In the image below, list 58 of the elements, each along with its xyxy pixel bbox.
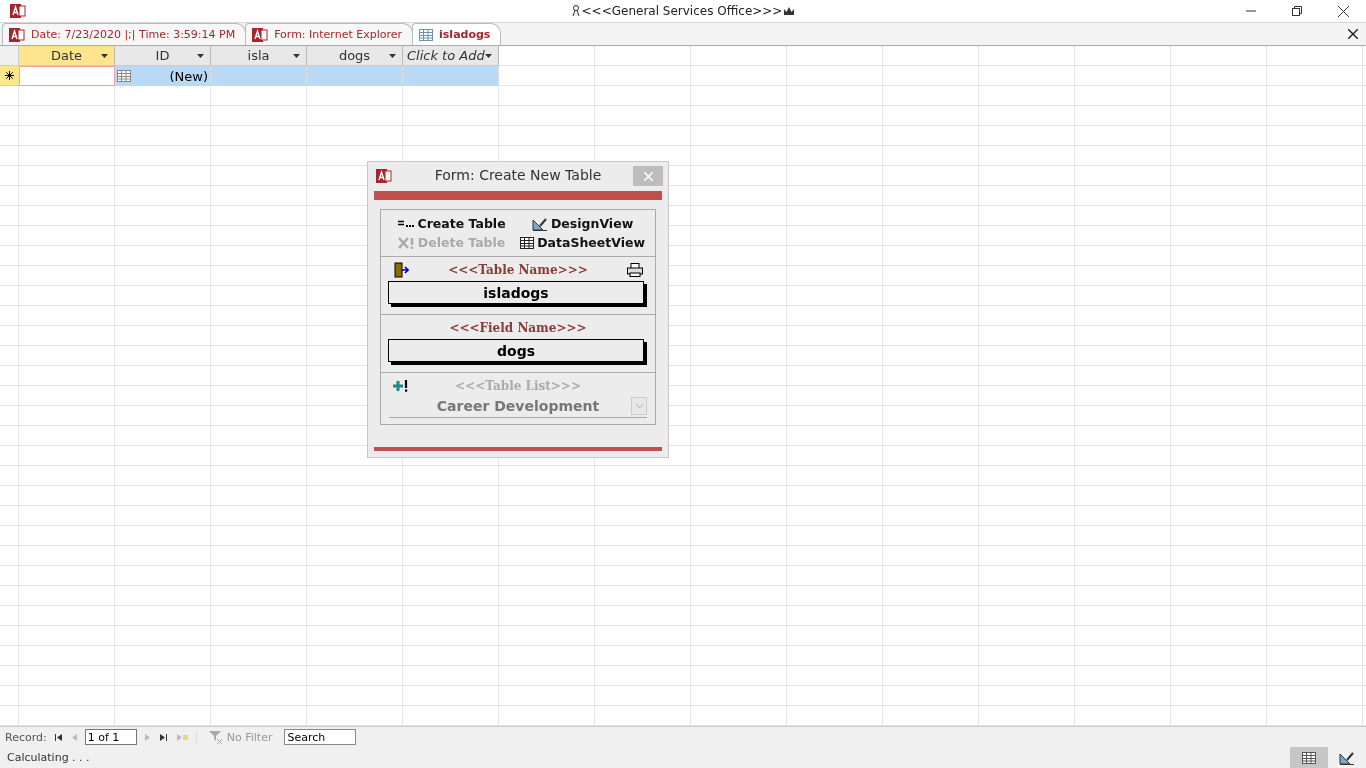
datasheet-view-button[interactable] (1290, 747, 1328, 768)
command-button[interactable]: DataSheetView (516, 235, 649, 250)
record-position-field[interactable]: 1 of 1 (84, 729, 137, 745)
triangle-ruler-icon (532, 216, 548, 231)
close-icon (1348, 29, 1358, 39)
ribbon-icon (571, 5, 580, 17)
dropdown-arrow-icon[interactable] (197, 54, 204, 58)
new-record-icon (5, 71, 14, 80)
field-name-field[interactable]: dogs (388, 339, 644, 362)
crown-icon (784, 6, 795, 16)
cross-exclaim-icon (397, 236, 415, 249)
funnel-cross-icon (208, 730, 223, 744)
first-record-button[interactable] (52, 733, 64, 741)
minimize-icon (1246, 10, 1256, 12)
date-picker-icon (117, 70, 131, 82)
triangle-ruler-icon (1339, 750, 1355, 765)
form-icon (252, 26, 269, 43)
table-icon (419, 28, 434, 41)
column-header[interactable]: Click to Add (403, 46, 499, 66)
window-title: <<<General Services Office>>> (581, 4, 783, 18)
chevron-down-icon (635, 404, 643, 408)
new-record-label: (New) (169, 68, 208, 84)
dropdown-arrow-icon[interactable] (293, 54, 300, 58)
form-icon (376, 168, 392, 184)
search-field[interactable]: Search (284, 729, 357, 745)
section-label: <<<Table Name>>> (448, 263, 588, 277)
document-tab[interactable]: Date: 7/23/2020 |;| Time: 3:59:14 PM (2, 23, 247, 45)
door-arrow-icon[interactable] (393, 262, 409, 278)
command-button[interactable]: Create Table (393, 216, 510, 231)
status-text: Calculating . . . (7, 751, 90, 764)
column-header[interactable]: Date (19, 46, 115, 66)
document-tab[interactable]: Form: Internet Explorer (245, 23, 414, 45)
datasheet-icon (1302, 751, 1316, 764)
dash-dots-icon (397, 219, 415, 228)
close-icon (643, 171, 653, 181)
close-icon (1337, 5, 1349, 17)
section-label: <<<Field Name>>> (449, 321, 587, 335)
restore-icon (1292, 6, 1302, 16)
command-button[interactable]: DesignView (528, 216, 638, 231)
row-selector[interactable] (0, 66, 19, 86)
dropdown-arrow-icon[interactable] (389, 54, 396, 58)
dropdown-arrow-icon[interactable] (101, 54, 108, 58)
app-icon (10, 3, 26, 19)
date-input-cell[interactable] (19, 66, 115, 86)
form-icon (9, 26, 25, 43)
column-header[interactable]: dogs (307, 46, 403, 66)
column-header[interactable]: ID (115, 46, 211, 66)
last-record-button[interactable] (157, 733, 169, 741)
print-icon[interactable] (627, 263, 643, 277)
dialog-title: Form: Create New Table (434, 167, 602, 183)
document-tab[interactable]: isladogs (412, 23, 502, 45)
column-header[interactable]: isla (211, 46, 307, 66)
plus-exclaim-icon[interactable] (393, 379, 409, 393)
record-label: Record: (5, 730, 47, 744)
table-name-field[interactable]: isladogs (388, 281, 644, 304)
section-label: <<<Table List>>> (455, 379, 581, 393)
dropdown-arrow-icon[interactable] (485, 54, 492, 58)
grid-icon (520, 236, 535, 249)
